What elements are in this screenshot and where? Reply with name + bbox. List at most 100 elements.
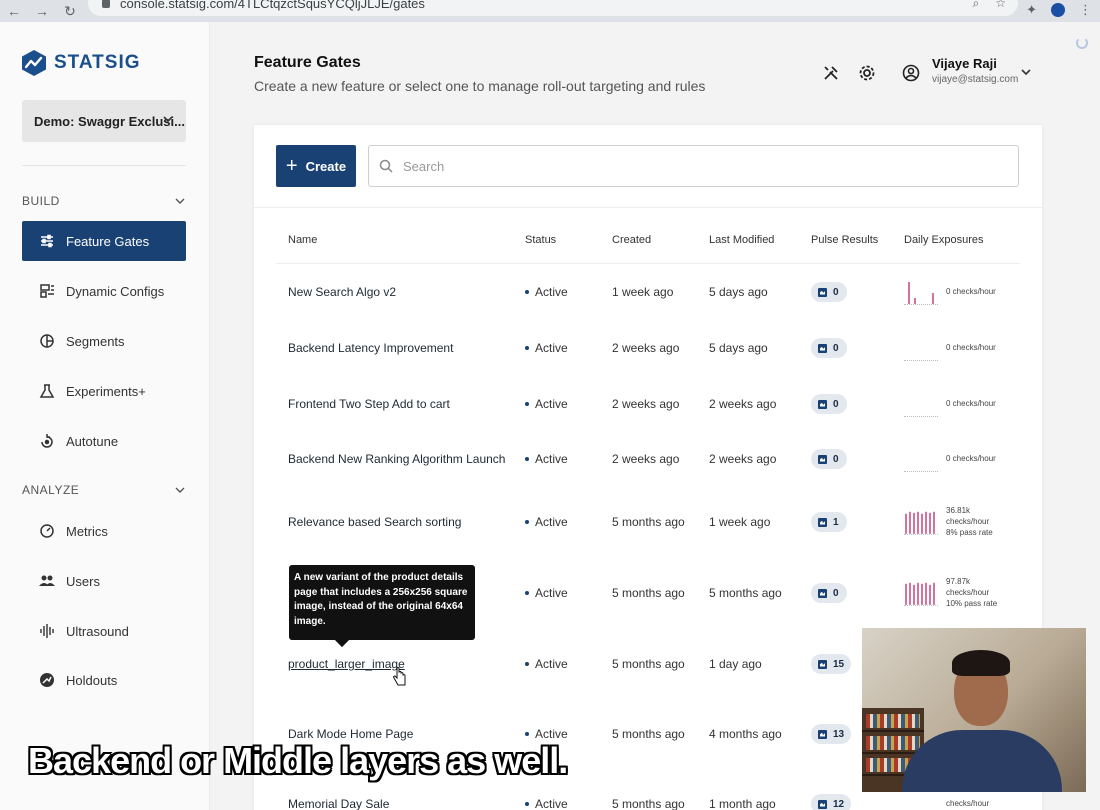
search-field[interactable] xyxy=(368,145,1019,187)
status-dot-icon xyxy=(525,591,529,595)
sliders-icon xyxy=(38,232,56,250)
video-caption: Backend or Middle layers as well. xyxy=(28,740,568,781)
table-row[interactable]: Memorial Day Sale Active 5 months ago 1 … xyxy=(254,794,1042,810)
chevron-down-icon xyxy=(163,116,173,123)
gate-name[interactable]: Backend Latency Improvement xyxy=(288,341,453,355)
sidebar-item-label: Metrics xyxy=(66,523,108,539)
sidebar: STATSIG Demo: Swaggr Exclusi... BUILD Fe… xyxy=(0,22,210,810)
plus-icon: + xyxy=(285,155,298,177)
status-text: Active xyxy=(535,515,568,529)
pulse-count: 0 xyxy=(833,453,839,465)
chevron-down-icon xyxy=(1021,69,1031,76)
sidebar-item-experiments[interactable]: Experiments+ xyxy=(22,371,186,411)
sidebar-item-metrics[interactable]: Metrics xyxy=(22,511,186,551)
chart-icon xyxy=(818,729,827,739)
column-header-status[interactable]: Status xyxy=(525,234,556,246)
status-badge: Active xyxy=(525,452,568,466)
pulse-count: 13 xyxy=(833,728,845,740)
pulse-results-badge[interactable]: 0 xyxy=(811,583,847,603)
pulse-results-badge[interactable]: 0 xyxy=(811,338,847,358)
table-row[interactable]: New Search Algo v2 Active 1 week ago 5 d… xyxy=(254,282,1042,305)
search-input[interactable] xyxy=(403,158,963,174)
sidebar-item-label: Holdouts xyxy=(66,672,118,688)
project-selector[interactable]: Demo: Swaggr Exclusi... xyxy=(22,100,186,142)
sidebar-item-feature-gates[interactable]: Feature Gates xyxy=(22,221,186,261)
pulse-results-badge[interactable]: 13 xyxy=(811,724,852,744)
extension-badge-icon[interactable] xyxy=(1051,3,1065,17)
sidebar-item-label: Ultrasound xyxy=(66,623,129,639)
daily-exposures: 97.87k checks/hour 10% pass rate xyxy=(904,577,997,609)
created-time: 5 months ago xyxy=(612,657,685,671)
url-text: console.statsig.com/4TLCtqzctSqusYCQljJL… xyxy=(120,0,425,11)
column-header-created[interactable]: Created xyxy=(612,234,651,246)
sidebar-item-autotune[interactable]: Autotune xyxy=(22,421,186,461)
table-row[interactable]: Backend Latency Improvement Active 2 wee… xyxy=(254,338,1042,361)
exposure-text: 97.87k checks/hour 10% pass rate xyxy=(946,576,998,608)
page-subtitle: Create a new feature or select one to ma… xyxy=(254,78,706,94)
sidebar-item-users[interactable]: Users xyxy=(22,561,186,601)
build-section-toggle[interactable]: BUILD xyxy=(22,194,186,208)
modified-time: 2 weeks ago xyxy=(709,452,777,466)
gate-name[interactable]: Frontend Two Step Add to cart xyxy=(288,397,450,411)
analyze-section-label: ANALYZE xyxy=(22,483,80,497)
table-header-divider xyxy=(276,263,1020,264)
sidebar-item-label: Segments xyxy=(66,333,125,349)
pulse-results-badge[interactable]: 0 xyxy=(811,449,847,469)
gear-icon[interactable] xyxy=(858,64,876,87)
column-header-last-modified[interactable]: Last Modified xyxy=(709,234,774,246)
user-menu[interactable]: Vijaye Raji vijaye@statsig.com xyxy=(902,56,1031,85)
status-dot-icon xyxy=(525,457,529,461)
sidebar-item-ultrasound[interactable]: Ultrasound xyxy=(22,611,186,651)
user-avatar-icon xyxy=(902,64,920,82)
pulse-results-badge[interactable]: 0 xyxy=(811,394,847,414)
column-header-pulse-results[interactable]: Pulse Results xyxy=(811,234,878,246)
lock-icon xyxy=(102,0,110,8)
extensions-icon[interactable]: ✦ xyxy=(1026,2,1037,18)
status-text: Active xyxy=(535,341,568,355)
gate-name[interactable]: New Search Algo v2 xyxy=(288,285,396,299)
menu-kebab-icon[interactable]: ⋮ xyxy=(1079,2,1092,18)
column-header-daily-exposures[interactable]: Daily Exposures xyxy=(904,234,983,246)
gate-name[interactable]: Relevance based Search sorting xyxy=(288,515,461,529)
status-text: Active xyxy=(535,727,568,741)
exposure-text: 0 checks/hour xyxy=(946,453,996,463)
create-button[interactable]: + Create xyxy=(276,145,356,187)
presenter-video xyxy=(862,628,1086,792)
pulse-results-badge[interactable]: 0 xyxy=(811,282,847,302)
back-icon[interactable]: ← xyxy=(0,3,28,19)
status-text: Active xyxy=(535,397,568,411)
sidebar-item-holdouts[interactable]: Holdouts xyxy=(22,660,186,700)
zoom-icon[interactable]: ⌕ xyxy=(973,0,980,11)
table-row[interactable]: Backend New Ranking Algorithm Launch Act… xyxy=(254,449,1042,472)
sparkline xyxy=(904,580,938,606)
chart-icon xyxy=(818,287,827,297)
status-dot-icon xyxy=(525,732,529,736)
statsig-logo[interactable]: STATSIG xyxy=(22,50,141,76)
segments-icon xyxy=(38,332,56,350)
sidebar-item-dynamic-configs[interactable]: Dynamic Configs xyxy=(22,271,186,311)
tools-icon[interactable] xyxy=(822,64,840,87)
sidebar-item-segments[interactable]: Segments xyxy=(22,321,186,361)
analyze-section-toggle[interactable]: ANALYZE xyxy=(22,483,186,497)
column-header-name[interactable]: Name xyxy=(288,234,317,246)
reload-icon[interactable]: ↻ xyxy=(56,3,84,20)
pulse-results-badge[interactable]: 12 xyxy=(811,794,852,810)
gate-name[interactable]: product_larger_image xyxy=(288,657,405,671)
gate-name[interactable]: Backend New Ranking Algorithm Launch xyxy=(288,452,505,466)
gauge-icon xyxy=(38,522,56,540)
forward-icon[interactable]: → xyxy=(28,3,56,19)
sparkline xyxy=(904,446,938,472)
gate-name[interactable]: Memorial Day Sale xyxy=(288,797,389,810)
hand-cursor-icon xyxy=(393,667,406,686)
gate-name[interactable]: Dark Mode Home Page xyxy=(288,727,413,741)
address-bar[interactable]: console.statsig.com/4TLCtqzctSqusYCQljJL… xyxy=(88,0,1018,16)
status-dot-icon xyxy=(525,402,529,406)
sidebar-item-label: Autotune xyxy=(66,433,119,449)
bookmark-star-icon[interactable]: ☆ xyxy=(995,0,1006,11)
table-row[interactable]: Frontend Two Step Add to cart Active 2 w… xyxy=(254,394,1042,417)
chart-icon xyxy=(818,454,827,464)
pulse-results-badge[interactable]: 1 xyxy=(811,512,847,532)
table-row[interactable]: Relevance based Search sorting Active 5 … xyxy=(254,506,1042,537)
status-text: Active xyxy=(535,285,568,299)
pulse-results-badge[interactable]: 15 xyxy=(811,654,852,674)
